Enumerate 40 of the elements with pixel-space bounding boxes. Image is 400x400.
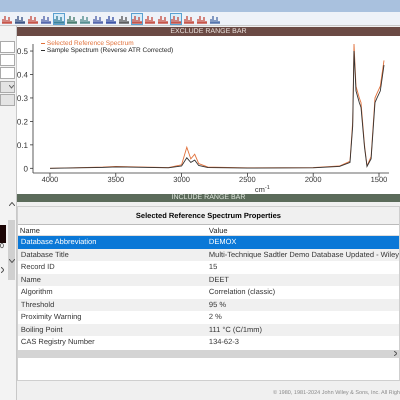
spectrum-icon	[80, 14, 90, 24]
spectrum-icon	[54, 14, 64, 24]
spectrum-icon	[41, 14, 51, 24]
spectrum-icon	[93, 14, 103, 24]
chevron-down-icon	[9, 259, 15, 263]
spectrum-icon	[158, 14, 168, 24]
spectrum-toolbar-button[interactable]	[170, 12, 182, 24]
spectrum-icon	[106, 14, 116, 24]
spectrum-icon	[28, 14, 38, 24]
spectrum-toolbar-button[interactable]	[131, 12, 143, 24]
scrollbar[interactable]	[8, 220, 15, 280]
chevron-up-icon	[9, 202, 15, 206]
spectrum-icon	[210, 14, 220, 24]
spectrum-icon	[67, 14, 77, 24]
input-field[interactable]	[0, 41, 15, 53]
spectrum-icon	[171, 14, 181, 24]
y-tick-label: 0.3	[16, 94, 28, 103]
spectrum-icon	[2, 14, 12, 24]
y-tick-label: 0	[23, 164, 28, 174]
spectrum-toolbar-button[interactable]	[53, 12, 65, 24]
y-tick-label: 0.4	[16, 70, 28, 80]
horizontal-scrollbar[interactable]	[18, 350, 399, 358]
spectrum-icon	[119, 14, 129, 24]
y-tick-label: 0.2	[16, 117, 28, 126]
color-swatch	[0, 225, 6, 243]
y-tick-label: 0.5	[16, 47, 28, 56]
spectrum-icon	[197, 14, 207, 24]
input-field[interactable]	[0, 67, 15, 79]
y-tick-label: 0.1	[16, 140, 28, 150]
chevron-right-icon	[1, 267, 4, 273]
spectrum-icon	[15, 14, 25, 24]
spectrum-icon	[132, 14, 142, 24]
spectrum-icon	[145, 14, 155, 24]
dropdown[interactable]	[0, 81, 15, 93]
legend-line-icon	[40, 50, 45, 51]
chevron-down-icon	[9, 85, 14, 89]
input-field[interactable]	[0, 54, 15, 66]
spectrum-icon	[184, 14, 194, 24]
legend-line-icon	[40, 43, 45, 44]
chevron-right-icon	[394, 351, 397, 356]
